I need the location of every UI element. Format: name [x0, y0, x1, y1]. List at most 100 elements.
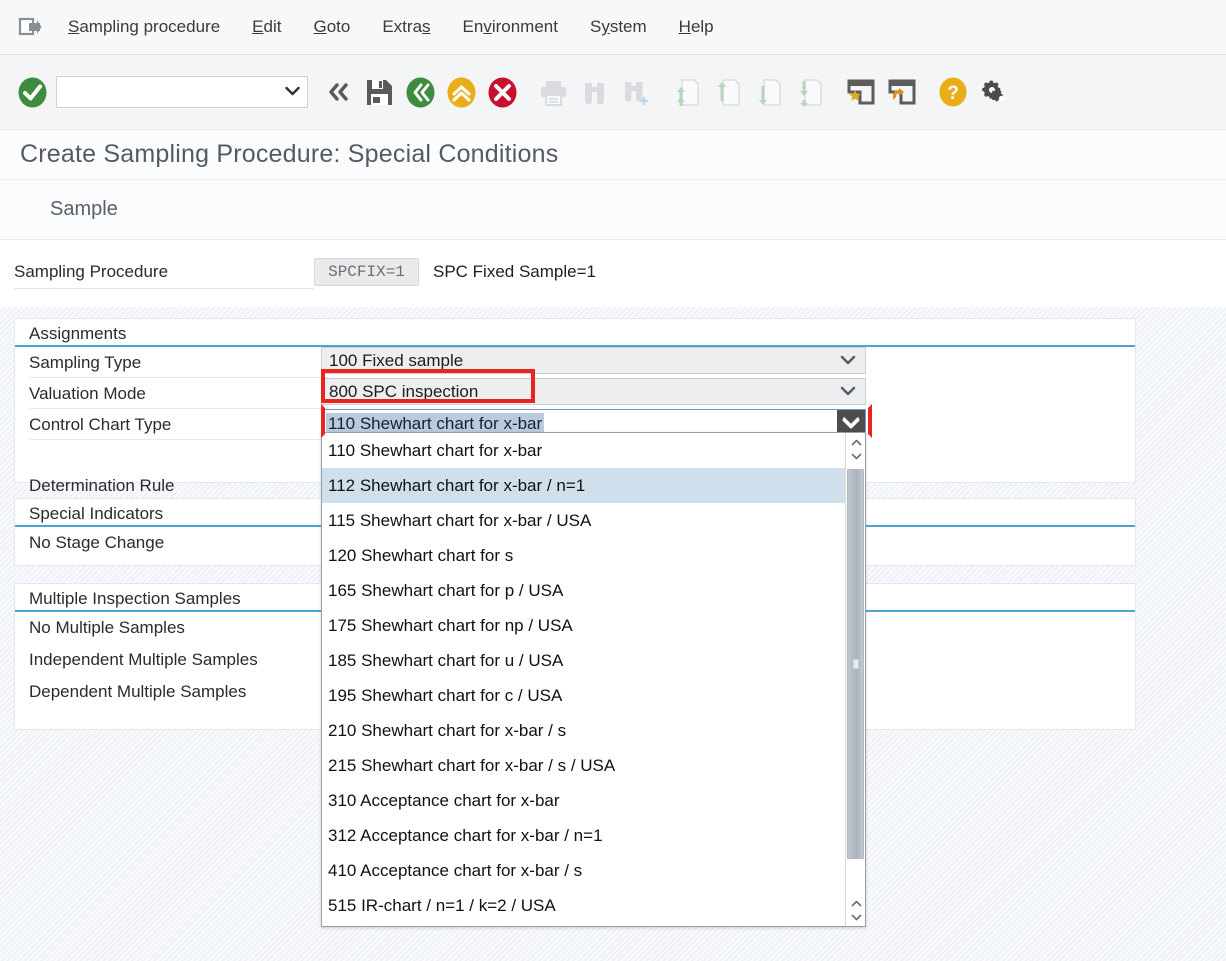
previous-page-button [707, 65, 748, 120]
menu-item-edit[interactable]: Edit [236, 0, 297, 55]
list-item[interactable]: 310 Acceptance chart for x-bar [322, 783, 865, 818]
window-arrow-icon [888, 79, 915, 105]
list-item[interactable]: 115 Shewhart chart for x-bar / USA [322, 503, 865, 538]
binoculars-plus-icon [625, 81, 648, 105]
create-session-button[interactable] [840, 65, 881, 120]
exit-button[interactable] [441, 65, 482, 120]
assignments-header: Assignments [15, 319, 1135, 347]
customize-local-layout-button[interactable] [973, 65, 1014, 120]
option-list-scrollbar[interactable] [845, 433, 865, 926]
command-field[interactable] [56, 76, 308, 108]
header-field-area: Sampling Procedure SPCFIX=1 SPC Fixed Sa… [0, 240, 1226, 307]
special-indicators-title: Special Indicators [29, 504, 164, 523]
command-input[interactable] [62, 78, 277, 106]
list-item[interactable]: 175 Shewhart chart for np / USA [322, 608, 865, 643]
chevron-up-icon[interactable] [846, 435, 865, 449]
control-chart-type-option-list[interactable]: 110 Shewhart chart for x-bar 112 Shewhar… [321, 432, 866, 927]
cancel-button[interactable] [482, 65, 523, 120]
page-title: Create Sampling Procedure: Special Condi… [20, 140, 559, 168]
menu-item-environment[interactable]: Environment [447, 0, 574, 55]
scrollbar-grip [853, 659, 858, 669]
sampling-procedure-description: SPC Fixed Sample=1 [433, 262, 596, 281]
chevron-down-icon[interactable] [840, 383, 856, 401]
chevron-down-icon[interactable] [846, 910, 865, 924]
spacer-label [29, 440, 329, 470]
menu-label: Goto [313, 17, 351, 36]
list-item[interactable]: 215 Shewhart chart for x-bar / s / USA [322, 748, 865, 783]
cancel-red-icon [488, 77, 517, 107]
multiple-inspection-samples-title: Multiple Inspection Samples [29, 589, 241, 608]
chevron-down-icon[interactable] [840, 352, 856, 370]
page-first-icon [677, 78, 699, 106]
control-chart-type-label: Control Chart Type [29, 410, 329, 440]
tab-sample[interactable]: Sample [50, 198, 118, 221]
list-item[interactable]: 185 Shewhart chart for u / USA [322, 643, 865, 678]
menu-label: Environment [462, 17, 558, 36]
find-next-button [615, 65, 656, 120]
chevron-down-icon[interactable] [846, 449, 865, 463]
help-button[interactable]: ? [932, 65, 973, 120]
back-history-button[interactable] [318, 65, 359, 120]
sampling-procedure-label: Sampling Procedure [14, 255, 314, 289]
double-chevron-left-icon [328, 83, 348, 101]
sampling-type-dropdown[interactable]: 100 Fixed sample [321, 347, 866, 374]
save-button[interactable] [359, 65, 400, 120]
list-item[interactable]: 110 Shewhart chart for x-bar [322, 433, 865, 468]
sampling-procedure-value: SPCFIX=1 [314, 258, 419, 286]
back-green-icon [406, 77, 435, 107]
sampling-type-label: Sampling Type [29, 348, 329, 378]
sampling-type-value: 100 Fixed sample [329, 350, 464, 370]
menu-label: Edit [252, 17, 282, 36]
chevron-up-icon[interactable] [846, 896, 865, 910]
exit-yellow-icon [447, 77, 476, 107]
document-arrow-icon[interactable] [8, 0, 52, 55]
menu-label: Extras [382, 17, 431, 36]
valuation-mode-label: Valuation Mode [29, 379, 329, 409]
list-item[interactable]: 165 Shewhart chart for p / USA [322, 573, 865, 608]
scrollbar-thumb[interactable] [847, 469, 864, 859]
standard-toolbar: ? [0, 55, 1226, 130]
menu-item-extras[interactable]: Extras [366, 0, 446, 55]
printer-icon [541, 80, 566, 106]
sampling-procedure-row: Sampling Procedure SPCFIX=1 SPC Fixed Sa… [14, 254, 784, 290]
window-star-icon [847, 79, 874, 105]
page-previous-icon [718, 78, 740, 106]
menu-item-help[interactable]: Help [663, 0, 730, 55]
page-next-icon [759, 78, 781, 106]
valuation-mode-value: 800 SPC inspection [329, 381, 479, 401]
enter-button[interactable] [12, 77, 52, 108]
menu-label: Sampling procedure [68, 17, 221, 36]
chevron-down-icon[interactable] [285, 83, 300, 101]
list-item[interactable]: 112 Shewhart chart for x-bar / n=1 [322, 468, 865, 503]
binoculars-icon [585, 82, 604, 104]
valuation-mode-dropdown[interactable]: 800 SPC inspection [321, 378, 866, 405]
page-last-icon [800, 78, 822, 107]
list-item[interactable]: 210 Shewhart chart for x-bar / s [322, 713, 865, 748]
menu-bar: Sampling procedure Edit Goto Extras Envi… [0, 0, 1226, 55]
first-page-button [666, 65, 707, 120]
list-item[interactable]: 312 Acceptance chart for x-bar / n=1 [322, 818, 865, 853]
list-item[interactable]: 410 Acceptance chart for x-bar / s [322, 853, 865, 888]
list-item[interactable]: 120 Shewhart chart for s [322, 538, 865, 573]
tab-strip: Sample [0, 180, 1226, 240]
menu-item-goto[interactable]: Goto [297, 0, 366, 55]
back-button[interactable] [400, 65, 441, 120]
menu-item-system[interactable]: System [574, 0, 663, 55]
find-button [574, 65, 615, 120]
list-item[interactable]: 515 IR-chart / n=1 / k=2 / USA [322, 888, 865, 923]
next-page-button [748, 65, 789, 120]
list-item[interactable]: 195 Shewhart chart for c / USA [322, 678, 865, 713]
save-floppy-icon [367, 79, 392, 105]
menu-label: Help [678, 17, 714, 36]
menu-item-sampling-procedure[interactable]: Sampling procedure [52, 0, 236, 55]
independent-multiple-samples-label: Independent Multiple Samples [29, 650, 258, 669]
green-check-enter-icon [18, 77, 46, 107]
no-multiple-samples-label: No Multiple Samples [29, 618, 185, 637]
page-title-bar: Create Sampling Procedure: Special Condi… [0, 130, 1226, 180]
last-page-button [789, 65, 830, 120]
chevron-down-boxed-icon [842, 417, 860, 429]
help-question-icon: ? [939, 77, 966, 107]
dependent-multiple-samples-label: Dependent Multiple Samples [29, 682, 247, 701]
create-shortcut-button[interactable] [881, 65, 922, 120]
print-button [533, 65, 574, 120]
